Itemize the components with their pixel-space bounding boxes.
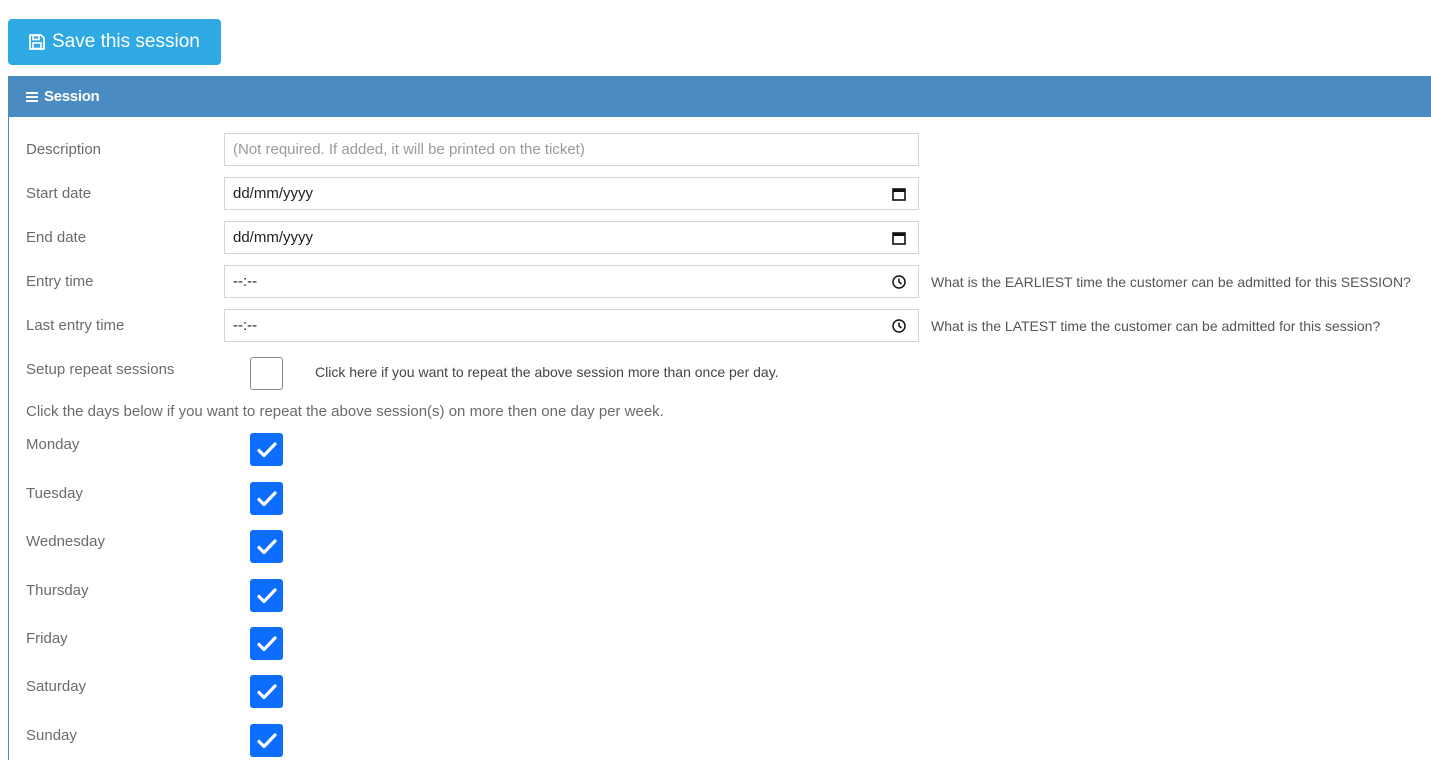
start-date-input[interactable]: dd/mm/yyyy xyxy=(224,177,919,210)
description-input[interactable]: (Not required. If added, it will be prin… xyxy=(224,133,919,166)
friday-checkbox[interactable] xyxy=(250,627,283,660)
saturday-checkbox[interactable] xyxy=(250,675,283,708)
repeat-sessions-checkbox[interactable] xyxy=(250,357,283,390)
day-row-tuesday: Tuesday xyxy=(0,482,400,516)
day-row-sunday: Sunday xyxy=(0,724,400,758)
calendar-icon[interactable] xyxy=(891,230,907,246)
save-session-label: Save this session xyxy=(52,31,200,52)
entry-time-input[interactable]: --:-- xyxy=(224,265,919,298)
checkmark-icon xyxy=(256,538,277,554)
day-label: Tuesday xyxy=(26,485,83,502)
tuesday-checkbox[interactable] xyxy=(250,482,283,515)
entry-time-label: Entry time xyxy=(26,273,94,290)
last-entry-time-help: What is the LATEST time the customer can… xyxy=(931,318,1381,334)
thursday-checkbox[interactable] xyxy=(250,579,283,612)
day-label: Sunday xyxy=(26,727,77,744)
description-placeholder: (Not required. If added, it will be prin… xyxy=(233,141,585,158)
day-label: Thursday xyxy=(26,582,89,599)
entry-time-value: --:-- xyxy=(233,273,258,290)
monday-checkbox[interactable] xyxy=(250,433,283,466)
start-date-label: Start date xyxy=(26,185,92,202)
end-date-value: dd/mm/yyyy xyxy=(233,229,314,246)
entry-time-help: What is the EARLIEST time the customer c… xyxy=(931,274,1411,290)
repeat-sessions-help: Click here if you want to repeat the abo… xyxy=(315,364,779,380)
checkmark-icon xyxy=(256,587,277,603)
repeat-sessions-label: Setup repeat sessions xyxy=(26,361,175,378)
panel-title: Session xyxy=(44,88,100,105)
day-row-wednesday: Wednesday xyxy=(0,530,400,564)
end-date-label: End date xyxy=(26,229,87,246)
day-row-thursday: Thursday xyxy=(0,579,400,613)
checkmark-icon xyxy=(256,683,277,699)
checkmark-icon xyxy=(256,732,277,748)
last-entry-time-input[interactable]: --:-- xyxy=(224,309,919,342)
floppy-disk-icon xyxy=(28,33,46,51)
session-panel-header: Session xyxy=(8,76,1431,117)
day-row-saturday: Saturday xyxy=(0,675,400,709)
day-label: Monday xyxy=(26,436,80,453)
checkmark-icon xyxy=(256,441,277,457)
calendar-icon[interactable] xyxy=(891,186,907,202)
last-entry-time-value: --:-- xyxy=(233,317,258,334)
sunday-checkbox[interactable] xyxy=(250,724,283,757)
checkmark-icon xyxy=(256,635,277,651)
end-date-input[interactable]: dd/mm/yyyy xyxy=(224,221,919,254)
day-label: Saturday xyxy=(26,678,87,695)
clock-icon[interactable] xyxy=(891,274,907,290)
hamburger-menu-icon xyxy=(25,90,39,104)
day-row-friday: Friday xyxy=(0,627,400,661)
last-entry-time-label: Last entry time xyxy=(26,317,125,334)
clock-icon[interactable] xyxy=(891,318,907,334)
day-row-monday: Monday xyxy=(0,433,400,467)
description-label: Description xyxy=(26,141,102,158)
save-session-button[interactable]: Save this session xyxy=(8,19,221,65)
days-intro-text: Click the days below if you want to repe… xyxy=(26,403,664,420)
start-date-value: dd/mm/yyyy xyxy=(233,185,314,202)
checkmark-icon xyxy=(256,490,277,506)
day-label: Wednesday xyxy=(26,533,105,550)
wednesday-checkbox[interactable] xyxy=(250,530,283,563)
day-label: Friday xyxy=(26,630,68,647)
